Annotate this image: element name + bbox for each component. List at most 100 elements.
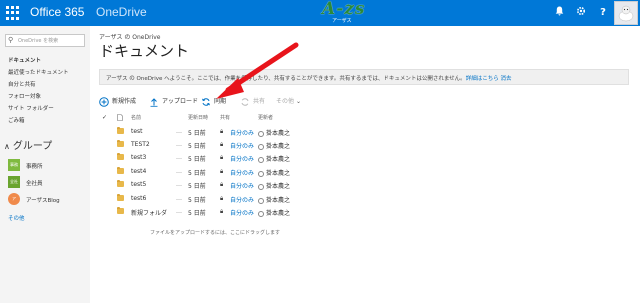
plus-circle-icon [99,96,109,107]
welcome-notice: アーザス の OneDrive へようこそ。ここでは、作業を保存したり、共有する… [99,69,629,85]
file-name[interactable]: test3 [131,154,146,161]
folder-icon [117,167,124,174]
table-row[interactable]: TEST2 … 5 日前 🔒︎ 自分のみ 掛本農之 [99,138,629,151]
table-row[interactable]: test5 … 5 日前 🔒︎ 自分のみ 掛本農之 [99,178,629,191]
folder-icon [117,127,124,134]
modified-by: 掛本農之 [258,128,290,137]
gear-icon[interactable] [574,6,588,20]
modified-date: 5 日前 [188,170,206,177]
modified-date: 5 日前 [188,183,206,190]
presence-icon [258,130,264,137]
modified-date: 5 日前 [188,210,206,217]
help-icon[interactable]: ? [596,6,610,20]
share-button[interactable]: 共有 [240,96,265,106]
sidebar-item-followed[interactable]: フォロー対象 [8,92,41,100]
other-groups-link[interactable]: その他 [8,214,25,222]
groups-heading[interactable]: ∧ グループ [4,137,52,152]
lock-icon: 🔒︎ [220,208,224,215]
search-input[interactable]: ⚲ OneDrive を検索 [5,34,85,47]
share-icon [240,97,250,107]
file-name[interactable]: 新規フォルダ [131,208,167,217]
select-all-check-icon[interactable]: ✓ [102,114,107,121]
company-logo: A-zs アーザス [322,0,382,25]
more-button[interactable]: その他 ⌄ [276,96,301,106]
table-row[interactable]: test … 5 日前 🔒︎ 自分のみ 掛本農之 [99,125,629,138]
sidebar-item-recent[interactable]: 最近使ったドキュメント [8,68,69,76]
modified-date: 5 日前 [188,143,206,150]
modified-by-name: 掛本農之 [266,170,291,177]
lock-icon: 🔒︎ [220,168,224,175]
top-bar: Office 365 OneDrive A-zs アーザス ? [0,0,640,26]
folder-icon [117,207,124,214]
sidebar-item-recycle-bin[interactable]: ごみ箱 [8,116,25,124]
drop-zone-hint[interactable]: ファイルをアップロードするには、ここにドラッグします [150,229,280,236]
more-actions-icon[interactable]: … [176,141,182,148]
more-actions-icon[interactable]: … [176,128,182,135]
column-header-sharing[interactable]: 共有 [220,114,230,121]
avatar[interactable] [614,1,638,25]
table-row[interactable]: 新規フォルダ … 5 日前 🔒︎ 自分のみ 掛本農之 [99,205,629,218]
more-actions-icon[interactable]: … [176,154,182,161]
lock-icon: 🔒︎ [220,195,224,202]
table-row[interactable]: test4 … 5 日前 🔒︎ 自分のみ 掛本農之 [99,165,629,178]
table-row[interactable]: test6 … 5 日前 🔒︎ 自分のみ 掛本農之 [99,192,629,205]
folder-icon [117,180,124,187]
sidebar-item-site-folders[interactable]: サイト フォルダー [8,104,54,112]
more-actions-icon[interactable]: … [176,208,182,215]
modified-by-name: 掛本農之 [266,143,291,150]
file-name[interactable]: test4 [131,168,146,175]
presence-icon [258,210,264,217]
notice-learn-more-link[interactable]: 詳細はこちら [466,76,499,82]
column-header-modified[interactable]: 更新日時 [188,114,208,121]
presence-icon [258,170,264,177]
sharing-status[interactable]: 自分のみ [230,128,254,137]
file-name[interactable]: test [131,128,143,135]
lock-icon: 🔒︎ [220,181,224,188]
group-badge: ア [8,193,20,205]
sharing-status[interactable]: 自分のみ [230,208,254,217]
modified-by-name: 掛本農之 [266,210,291,217]
more-button-label: その他 [276,98,295,105]
sidebar-item-documents[interactable]: ドキュメント [8,56,41,64]
sharing-status[interactable]: 自分のみ [230,168,254,177]
file-name[interactable]: test5 [131,181,146,188]
sidebar-item-shared[interactable]: 自分と共有 [8,80,36,88]
folder-icon [117,194,124,201]
modified-by: 掛本農之 [258,181,290,190]
sharing-status[interactable]: 自分のみ [230,195,254,204]
modified-by: 掛本農之 [258,141,290,150]
presence-icon [258,143,264,150]
sync-button-label: 同期 [214,98,227,105]
modified-date: 5 日前 [188,130,206,137]
chevron-down-icon: ⌄ [295,98,301,105]
folder-icon [117,153,124,160]
file-name[interactable]: test6 [131,195,146,202]
upload-button[interactable]: アップロード [149,96,198,107]
column-header-modified-by[interactable]: 更新者 [258,114,273,121]
new-button-label: 新規作成 [112,98,137,105]
app-launcher-icon[interactable] [0,0,24,26]
brand-label[interactable]: Office 365 [30,5,84,19]
sharing-status[interactable]: 自分のみ [230,154,254,163]
more-actions-icon[interactable]: … [176,195,182,202]
more-actions-icon[interactable]: … [176,181,182,188]
column-header-name[interactable]: 名前 [131,114,141,121]
group-label: アーザスBlog [26,198,60,204]
upload-icon [149,97,159,107]
lock-icon: 🔒︎ [220,128,224,135]
more-actions-icon[interactable]: … [176,168,182,175]
new-button[interactable]: 新規作成 [99,96,137,107]
sync-button[interactable]: 同期 [201,96,226,106]
bell-icon[interactable] [552,6,566,20]
notice-dismiss-link[interactable]: 消去 [500,76,511,82]
app-name[interactable]: OneDrive [96,5,147,19]
sharing-status[interactable]: 自分のみ [230,181,254,190]
search-icon: ⚲ [8,36,14,44]
file-name[interactable]: TEST2 [131,141,150,148]
sharing-status[interactable]: 自分のみ [230,141,254,150]
sync-icon [201,97,211,107]
modified-by: 掛本農之 [258,208,290,217]
modified-by: 掛本農之 [258,154,290,163]
table-row[interactable]: test3 … 5 日前 🔒︎ 自分のみ 掛本農之 [99,151,629,164]
presence-icon [258,183,264,190]
